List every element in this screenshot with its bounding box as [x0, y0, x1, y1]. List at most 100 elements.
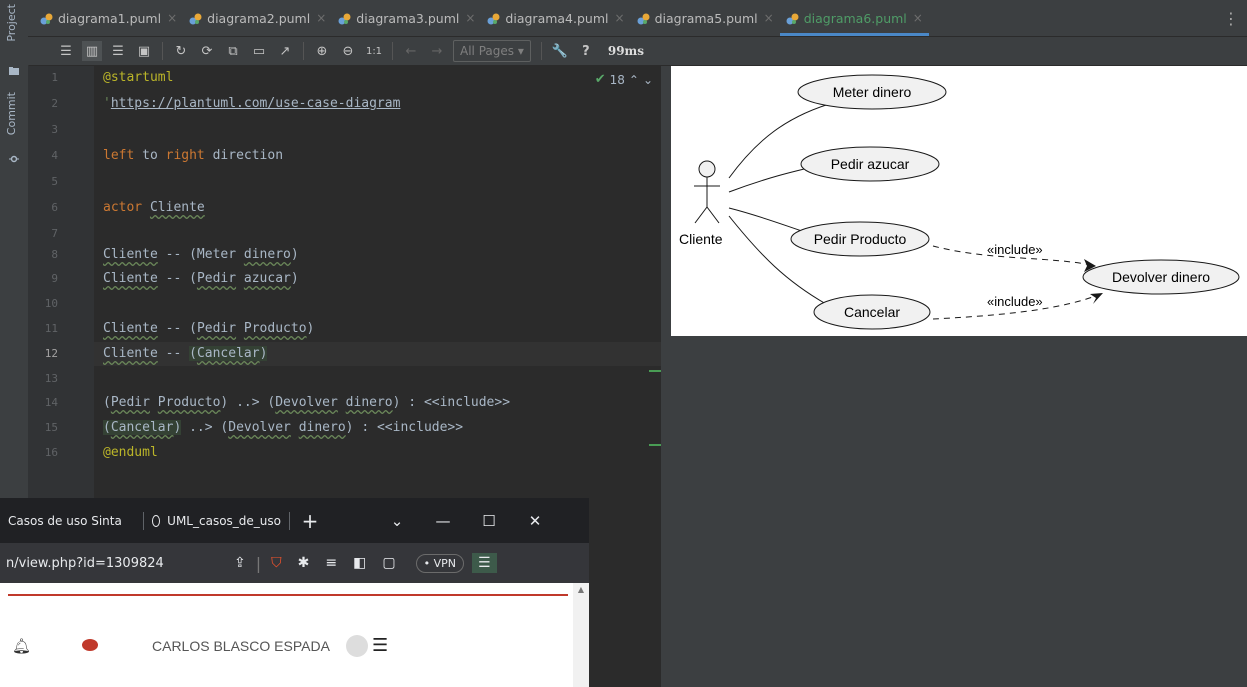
association-line — [728, 207, 812, 235]
code-line: left to right direction — [103, 148, 284, 163]
user-name[interactable]: CARLOS BLASCO ESPADA — [152, 638, 330, 654]
render-time: 99ms — [607, 44, 644, 58]
prev-page-icon[interactable]: ← — [401, 41, 421, 61]
chevron-up-icon[interactable]: ⌃ — [629, 73, 639, 87]
brave-shield-icon[interactable]: ⛉ — [271, 555, 282, 571]
globe-icon — [152, 514, 161, 527]
code-line: (Pedir Producto) ..> (Devolver dinero) :… — [103, 395, 511, 410]
diagram-svg: «include» «include» Cliente Meter dinero… — [679, 74, 1240, 330]
messages-icon[interactable] — [82, 639, 98, 651]
menu-icon[interactable]: ☰ — [471, 553, 497, 573]
reload-icon[interactable]: ⟳ — [197, 41, 217, 61]
tab-diagrama3[interactable]: diagrama3.puml × — [332, 0, 481, 36]
more-options-icon[interactable]: ⋮ — [1223, 9, 1239, 28]
project-tool-button[interactable]: Project — [5, 4, 18, 42]
editor-only-icon[interactable]: ☰ — [56, 41, 76, 61]
browser-tab-uml[interactable]: UML_casos_de_uso — [144, 498, 289, 543]
inspection-widget[interactable]: ✔ 18 ⌃ ⌄ — [595, 72, 653, 87]
close-icon[interactable]: × — [167, 11, 177, 25]
chevron-down-icon[interactable]: ⌄ — [374, 512, 420, 530]
line-number: 3 — [51, 123, 58, 136]
external-icon[interactable]: ↗ — [275, 41, 295, 61]
zoom-in-icon[interactable]: ⊕ — [312, 41, 332, 61]
share-icon[interactable]: ⇪ — [234, 555, 246, 571]
refresh-icon[interactable]: ↻ — [171, 41, 191, 61]
toolbar-separator — [540, 42, 542, 60]
puml-file-icon — [487, 12, 500, 25]
help-button[interactable]: ? — [576, 41, 596, 61]
tab-diagrama6[interactable]: diagrama6.puml × — [779, 0, 929, 36]
next-page-icon[interactable]: → — [427, 41, 447, 61]
line-number: 4 — [51, 149, 58, 162]
extensions-icon[interactable]: ✱ — [298, 555, 310, 571]
close-icon[interactable]: × — [465, 11, 475, 25]
notification-bell-icon[interactable]: 🔔︎ — [12, 637, 31, 655]
actual-size-button[interactable]: 1:1 — [364, 41, 384, 61]
actor-cliente — [694, 160, 720, 224]
browser-tab-label: Casos de uso Sinta — [8, 513, 122, 528]
toolbar-separator — [392, 42, 393, 60]
browser-tab-bar: Casos de uso Sinta UML_casos_de_uso + ⌄ … — [0, 498, 589, 543]
scroll-up-icon[interactable]: ▲ — [573, 583, 589, 594]
line-number: 12 — [44, 347, 58, 360]
save-icon[interactable]: ▭ — [249, 41, 269, 61]
image-icon[interactable]: ▣ — [134, 41, 154, 61]
puml-file-icon — [786, 12, 799, 25]
line-number: 16 — [44, 446, 58, 459]
address-bar[interactable]: n/view.php?id=1309824 — [0, 556, 226, 571]
playlist-icon[interactable]: ≡ — [325, 555, 337, 571]
maximize-icon[interactable]: ☐ — [466, 512, 512, 530]
browser-toolbar: n/view.php?id=1309824 ⇪ | ⛉ ✱ ≡ ◧ ▢ • VP… — [0, 543, 589, 583]
line-number: 14 — [44, 396, 58, 409]
toolbar-separator — [162, 42, 163, 60]
editor-tab-bar: diagrama1.puml × diagrama2.puml × diagra… — [28, 0, 1247, 37]
commit-tool-button[interactable]: Commit — [5, 92, 18, 135]
preview-only-icon[interactable]: ☰ — [108, 41, 128, 61]
line-number: 15 — [44, 421, 58, 434]
editor-toolbar: ☰ ▥ ☰ ▣ ↻ ⟳ ⧉ ▭ ↗ ⊕ ⊖ 1:1 ← → All Pages … — [28, 37, 1247, 65]
include-label: «include» — [987, 242, 1043, 257]
line-number: 1 — [51, 71, 58, 84]
chevron-down-icon[interactable]: ⌄ — [643, 73, 653, 87]
user-menu-icon[interactable]: ☰ — [372, 635, 388, 656]
minimize-icon[interactable]: — — [420, 512, 466, 530]
folder-icon[interactable] — [9, 60, 19, 75]
browser-tab-casos[interactable]: Casos de uso Sinta — [0, 498, 143, 543]
line-number: 10 — [44, 297, 58, 310]
line-number: 11 — [44, 322, 58, 335]
zoom-out-icon[interactable]: ⊖ — [338, 41, 358, 61]
close-icon[interactable]: × — [615, 11, 625, 25]
vpn-button[interactable]: • VPN — [415, 553, 464, 573]
sidebar-icon[interactable]: ◧ — [353, 555, 366, 571]
tab-label: diagrama6.puml — [803, 10, 907, 26]
close-icon[interactable]: × — [764, 11, 774, 25]
wallet-icon[interactable]: ▢ — [382, 555, 395, 571]
page-header-rule — [8, 594, 568, 596]
close-icon[interactable]: × — [913, 11, 923, 25]
tab-label: diagrama1.puml — [58, 10, 162, 26]
vpn-label: VPN — [433, 556, 456, 570]
code-line: (Cancelar) ..> (Devolver dinero) : <<inc… — [103, 420, 464, 435]
close-window-icon[interactable]: ✕ — [512, 512, 558, 530]
tab-diagrama5[interactable]: diagrama5.puml × — [631, 0, 780, 36]
scrollbar[interactable]: ▲ — [573, 583, 589, 687]
line-number: 8 — [51, 248, 58, 261]
tab-diagrama4[interactable]: diagrama4.puml × — [481, 0, 630, 36]
new-tab-icon[interactable]: + — [290, 509, 330, 533]
use-case-diagram: «include» «include» Cliente Meter dinero… — [671, 66, 1247, 336]
toolbar-separator — [303, 42, 304, 60]
copy-icon[interactable]: ⧉ — [223, 41, 243, 61]
commit-icon[interactable] — [9, 148, 19, 163]
close-icon[interactable]: × — [316, 11, 326, 25]
browser-window: Casos de uso Sinta UML_casos_de_uso + ⌄ … — [0, 498, 589, 687]
pages-dropdown-label: All Pages — [460, 44, 514, 58]
settings-wrench-icon[interactable]: 🔧 — [550, 41, 570, 61]
line-number: 6 — [51, 201, 58, 214]
tab-diagrama1[interactable]: diagrama1.puml × — [34, 0, 183, 36]
web-page-content: ▲ 🔔︎ CARLOS BLASCO ESPADA ☰ — [0, 583, 589, 687]
tab-diagrama2[interactable]: diagrama2.puml × — [183, 0, 332, 36]
split-view-icon[interactable]: ▥ — [82, 41, 102, 61]
browser-tab-label: UML_casos_de_uso — [167, 513, 281, 528]
pages-dropdown[interactable]: All Pages ▾ — [453, 40, 531, 62]
avatar[interactable] — [346, 635, 368, 657]
